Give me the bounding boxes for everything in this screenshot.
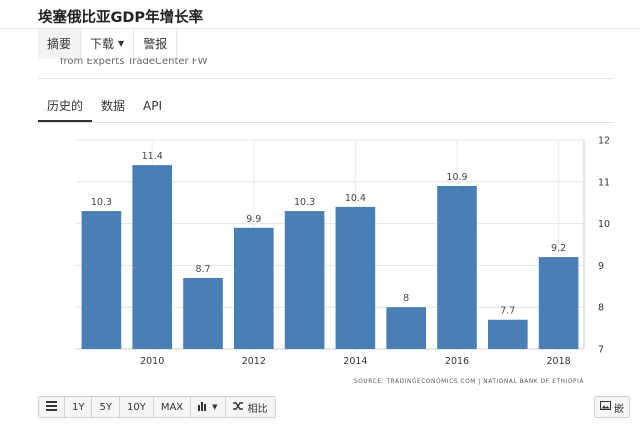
data-label: 8 (403, 293, 409, 304)
caret-down-icon: ▼ (118, 39, 125, 48)
embed-button[interactable]: 嵌 (594, 396, 630, 418)
caret-down-icon: ▼ (212, 403, 218, 411)
sub-tab-divider (38, 122, 614, 123)
image-icon (600, 401, 611, 413)
x-tick-label: 2014 (343, 356, 367, 367)
data-label: 10.9 (446, 172, 467, 183)
page-title: 埃塞俄比亚GDP年增长率 (38, 10, 204, 26)
data-label: 11.4 (142, 151, 163, 162)
bar[interactable] (132, 165, 173, 349)
compare-button[interactable]: 相比 (225, 396, 276, 418)
tab-historical[interactable]: 历史的 (38, 94, 93, 122)
x-tick-label: 2018 (547, 356, 571, 367)
embed-label: 嵌 (614, 403, 624, 415)
y-tick-label: 8 (598, 303, 604, 314)
x-tick-label: 2012 (242, 356, 266, 367)
sub-tab-bar: 历史的 数据 API (38, 94, 171, 122)
range-1y-button[interactable]: 1Y (65, 396, 93, 418)
bar[interactable] (335, 206, 376, 349)
data-label: 8.7 (195, 264, 210, 275)
data-label: 10.3 (294, 197, 315, 208)
top-tab-bar: 摘要 下载 ▼ 警报 (38, 29, 178, 61)
bar[interactable] (437, 185, 477, 349)
bar[interactable] (81, 211, 122, 349)
data-label: 9.9 (246, 214, 261, 225)
source-note: SOURCE: TRADINGECONOMICS.COM | NATIONAL … (354, 379, 584, 385)
tab-summary-label: 摘要 (47, 37, 72, 51)
bar-chart: 10.3 11.4 8.7 9.9 10.3 10.4 8 10.9 7.7 9.2 7 8 9 10 1… (76, 136, 610, 385)
bar[interactable] (487, 319, 528, 349)
data-label: 10.4 (345, 193, 366, 204)
tab-summary[interactable]: 摘要 (38, 29, 82, 59)
chart-type-button[interactable]: ▼ (191, 396, 226, 418)
x-tick-label: 2016 (445, 356, 469, 367)
range-max-button[interactable]: MAX (153, 396, 192, 418)
data-label: 9.2 (551, 243, 566, 254)
tab-data[interactable]: 数据 (92, 94, 134, 120)
shuffle-icon (232, 401, 244, 414)
chart-toolbar: 1Y 5Y 10Y MAX ▼ 相比 (38, 396, 276, 418)
table-toggle-button[interactable] (38, 396, 65, 418)
bar-chart-icon (198, 401, 210, 414)
y-tick-label: 11 (598, 177, 610, 188)
content-divider (38, 78, 614, 79)
tab-download-label: 下载 (90, 37, 115, 51)
chart-panel: 10.3 11.4 8.7 9.9 10.3 10.4 8 10.9 7.7 9.2 7 8 9 10 1… (38, 124, 614, 394)
data-label: 10.3 (91, 197, 112, 208)
bar[interactable] (538, 257, 579, 349)
bar[interactable] (386, 307, 427, 349)
y-tick-label: 9 (598, 261, 604, 272)
tab-download[interactable]: 下载 ▼ (81, 29, 135, 59)
bar[interactable] (233, 227, 274, 349)
table-icon (46, 400, 57, 414)
data-label: 7.7 (500, 306, 515, 317)
range-5y-button[interactable]: 5Y (92, 396, 120, 418)
bar[interactable] (183, 277, 223, 349)
compare-label: 相比 (247, 403, 268, 415)
tab-alerts-label: 警报 (143, 37, 168, 51)
y-tick-label: 12 (598, 136, 610, 147)
tab-alerts[interactable]: 警报 (134, 29, 178, 59)
y-tick-label: 7 (598, 345, 604, 356)
y-tick-label: 10 (598, 219, 610, 230)
tab-api[interactable]: API (134, 94, 171, 120)
bar[interactable] (284, 211, 325, 349)
x-tick-label: 2010 (140, 356, 164, 367)
range-10y-button[interactable]: 10Y (119, 396, 154, 418)
